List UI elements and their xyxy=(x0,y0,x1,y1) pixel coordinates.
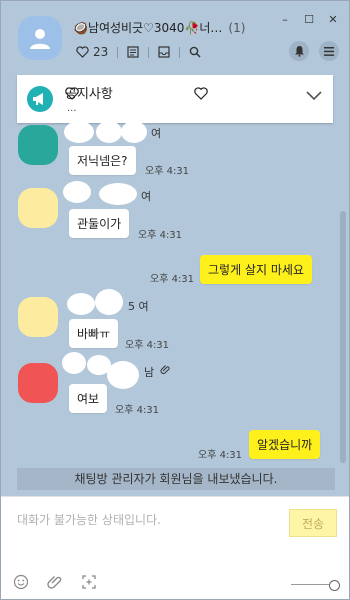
notice-banner[interactable]: 공지사항 ... xyxy=(17,75,333,123)
capture-icon[interactable] xyxy=(81,574,97,590)
sender-avatar[interactable] xyxy=(18,297,58,337)
message-time: 오후 4:31 xyxy=(115,405,160,416)
member-count: (1) xyxy=(228,21,246,35)
scrollbar[interactable] xyxy=(340,211,346,463)
divider xyxy=(117,46,119,58)
inbox-icon[interactable] xyxy=(158,46,170,58)
sender-name-redacted xyxy=(63,181,91,203)
chatroom-avatar[interactable] xyxy=(18,16,62,60)
slider-knob[interactable] xyxy=(329,580,340,591)
search-icon[interactable] xyxy=(189,46,201,58)
message-bubble[interactable]: 여보 xyxy=(69,384,108,413)
menu-icon[interactable] xyxy=(319,41,339,61)
chatroom-title: 🥥남여성비긋♡3040🥀너… (1) xyxy=(73,19,245,36)
sender-name: 여 xyxy=(141,190,152,203)
chatroom-stats: 23 xyxy=(76,45,201,59)
opacity-slider[interactable] xyxy=(291,579,340,591)
sender-name: 5 여 xyxy=(128,300,149,313)
sender-name-redacted xyxy=(99,183,137,205)
sender-name-redacted xyxy=(62,352,86,374)
system-message: 채팅방 관리자가 회원님을 내보냈습니다. xyxy=(17,468,335,490)
megaphone-icon xyxy=(27,86,53,112)
my-message-bubble[interactable]: 그렇게 살지 마세요 xyxy=(200,255,312,284)
window-controls: – ☐ ✕ xyxy=(279,13,339,26)
minimize-icon[interactable]: – xyxy=(279,13,291,26)
bell-icon[interactable] xyxy=(289,41,309,61)
message-time: 오후 4:31 xyxy=(125,340,170,351)
chatroom-title-text: 🥥남여성비긋♡3040🥀너… xyxy=(73,21,223,35)
sender-name: 여 xyxy=(151,127,162,140)
heart-outline-icon[interactable] xyxy=(76,46,89,58)
maximize-icon[interactable]: ☐ xyxy=(303,13,315,26)
sender-avatar[interactable] xyxy=(18,125,58,165)
emoticon-icon[interactable] xyxy=(13,574,29,590)
sender-avatar[interactable] xyxy=(18,363,58,403)
heart-outline-icon xyxy=(194,87,208,100)
divider xyxy=(179,46,181,58)
sender-name-redacted xyxy=(67,293,95,315)
chevron-down-icon[interactable] xyxy=(305,89,323,101)
message-input[interactable]: 대화가 불가능한 상태입니다. xyxy=(17,511,161,528)
message-time: 오후 4:31 xyxy=(150,274,195,285)
like-count: 23 xyxy=(93,45,109,59)
send-button[interactable]: 전송 xyxy=(289,509,337,537)
person-icon xyxy=(30,29,50,49)
sender-name-redacted xyxy=(96,121,122,143)
notes-icon[interactable] xyxy=(127,46,139,58)
heart-outline-icon xyxy=(65,87,79,100)
message-time: 오후 4:31 xyxy=(198,450,243,461)
sender-avatar[interactable] xyxy=(18,188,58,228)
my-message-bubble[interactable]: 알겠습니까 xyxy=(249,430,321,459)
notice-preview: ... xyxy=(67,103,77,114)
message-time: 오후 4:31 xyxy=(138,230,183,241)
sender-name-redacted xyxy=(64,121,94,143)
sender-name: 남 xyxy=(144,366,155,379)
chat-window: 🥥남여성비긋♡3040🥀너… (1) – ☐ ✕ 23 공지사항 ... 여 저… xyxy=(0,0,350,600)
paperclip-icon xyxy=(160,365,170,374)
message-time: 오후 4:31 xyxy=(145,166,190,177)
sender-name-redacted xyxy=(95,289,123,315)
message-bubble[interactable]: 바빠ㅠ xyxy=(69,319,119,348)
input-area: 대화가 불가능한 상태입니다. 전송 xyxy=(1,496,349,599)
close-icon[interactable]: ✕ xyxy=(327,13,339,26)
message-bubble[interactable]: 저닉넴은? xyxy=(69,146,136,175)
header-actions xyxy=(289,41,339,61)
input-toolbar xyxy=(13,574,97,590)
sender-name-redacted xyxy=(107,361,139,389)
attach-file-icon[interactable] xyxy=(47,574,63,590)
chat-header: 🥥남여성비긋♡3040🥀너… (1) – ☐ ✕ 23 xyxy=(1,1,349,73)
slider-track xyxy=(291,584,331,585)
message-bubble[interactable]: 관둘이가 xyxy=(69,209,130,238)
divider xyxy=(148,46,150,58)
sender-name-redacted xyxy=(121,121,147,143)
